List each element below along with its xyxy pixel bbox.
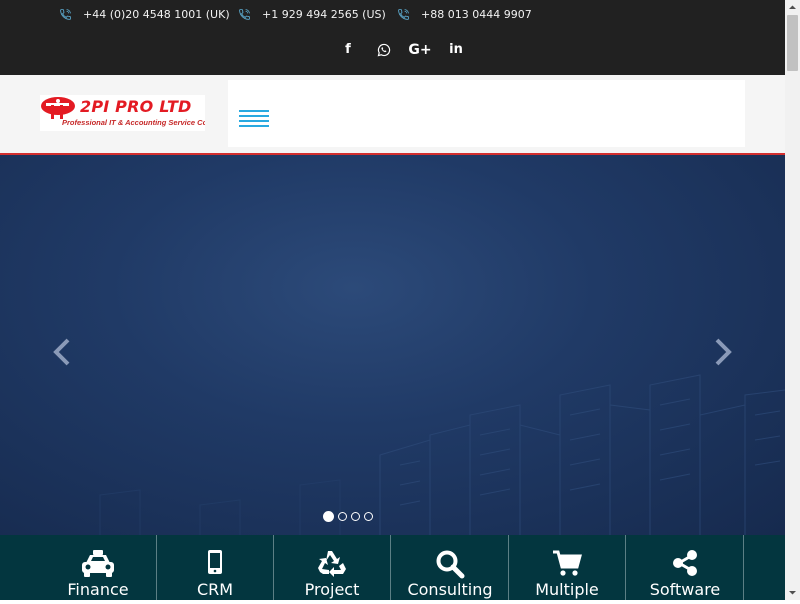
service-label: Consulting: [407, 580, 493, 599]
nav-panel: [228, 80, 745, 147]
logo-tagline: Professional IT & Accounting Service Com…: [62, 118, 205, 127]
whatsapp-glyph: [377, 43, 391, 57]
service-label: Finance: [67, 580, 129, 599]
service-label: Project: [304, 580, 360, 599]
mobile-icon: [208, 550, 222, 574]
search-icon: [436, 550, 465, 579]
phone-number: +88 013 0444 9907: [421, 7, 532, 21]
service-software[interactable]: Software: [627, 535, 744, 600]
company-logo[interactable]: 2PI PRO LTD Professional IT & Accounting…: [40, 95, 205, 131]
phone-icon: [239, 8, 250, 20]
next-slide-icon[interactable]: [711, 335, 735, 369]
scroll-thumb[interactable]: [787, 15, 798, 71]
facebook-icon[interactable]: f: [340, 42, 356, 58]
logo-brand-text: 2PI PRO LTD: [80, 97, 192, 116]
hero-slider: [0, 155, 785, 535]
recycle-icon: [318, 551, 346, 577]
prev-slide-icon[interactable]: [50, 335, 74, 369]
service-project[interactable]: Project: [274, 535, 391, 600]
slide-indicators: [323, 511, 377, 522]
cityscape-background: [99, 374, 785, 535]
slide-dot-4[interactable]: [364, 512, 373, 521]
service-crm[interactable]: CRM: [157, 535, 274, 600]
service-consulting[interactable]: Consulting: [392, 535, 509, 600]
slide-dot-3[interactable]: [351, 512, 360, 521]
service-label: CRM: [196, 580, 234, 599]
phone-bd[interactable]: +88 013 0444 9907: [397, 6, 532, 22]
service-multiple[interactable]: Multiple: [509, 535, 626, 600]
phone-number: +1 929 494 2565 (US): [262, 7, 386, 21]
whatsapp-icon[interactable]: [376, 42, 392, 58]
service-label: Multiple: [535, 580, 599, 599]
social-links: f G+ in: [340, 40, 464, 60]
page-scrollbar[interactable]: [785, 0, 800, 600]
service-label: Software: [649, 580, 721, 599]
phone-number: +44 (0)20 4548 1001 (UK): [83, 7, 230, 21]
share-icon: [673, 550, 697, 576]
top-bar: +44 (0)20 4548 1001 (UK) +1 929 494 2565…: [0, 0, 785, 75]
google-plus-icon[interactable]: G+: [408, 42, 431, 58]
phone-uk[interactable]: +44 (0)20 4548 1001 (UK): [59, 6, 230, 22]
linkedin-icon[interactable]: in: [448, 42, 464, 58]
services-strip: Finance CRM Project Consulting Multiple …: [0, 535, 785, 600]
slide-dot-2[interactable]: [338, 512, 347, 521]
cart-icon: [553, 550, 582, 576]
taxi-icon: [82, 550, 114, 577]
phone-us[interactable]: +1 929 494 2565 (US): [238, 6, 386, 22]
scroll-up-icon[interactable]: [785, 0, 800, 15]
menu-toggle-icon[interactable]: [239, 110, 269, 128]
phone-icon: [60, 8, 71, 20]
service-finance[interactable]: Finance: [40, 535, 157, 600]
scroll-down-icon[interactable]: [785, 585, 800, 600]
site-header: 2PI PRO LTD Professional IT & Accounting…: [0, 75, 785, 155]
phone-icon: [398, 8, 409, 20]
slide-dot-1[interactable]: [323, 511, 334, 522]
